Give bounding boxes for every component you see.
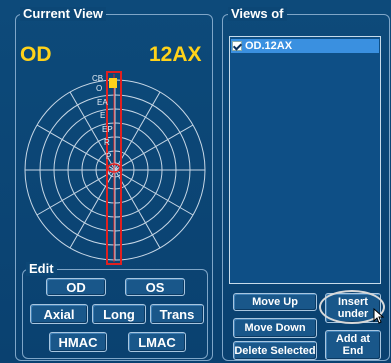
- eye-label: OD: [20, 43, 52, 66]
- current-view-title: Current View: [20, 7, 106, 21]
- add-at-end-line1: Add at: [335, 333, 371, 345]
- label-ea: EA: [97, 98, 108, 107]
- od-button[interactable]: OD: [46, 278, 106, 296]
- label-cb: CB: [92, 74, 103, 83]
- window-root: Current View OD 12AX CB O EA E EP R P Ed…: [0, 0, 391, 363]
- fundus-diagram[interactable]: CB O EA E EP R P: [18, 70, 212, 270]
- long-button[interactable]: Long: [92, 304, 146, 324]
- delete-selected-button[interactable]: Delete Selected: [233, 341, 317, 360]
- trans-button[interactable]: Trans: [150, 304, 204, 324]
- list-item[interactable]: OD.12AX: [231, 39, 379, 53]
- edit-title: Edit: [26, 262, 57, 276]
- hmac-button[interactable]: HMAC: [49, 332, 107, 352]
- add-at-end-button[interactable]: Add at End: [325, 330, 381, 360]
- label-r: R: [104, 138, 110, 147]
- label-o: O: [96, 84, 102, 93]
- checkbox-checked[interactable]: [232, 41, 242, 51]
- views-list[interactable]: OD.12AX: [229, 36, 381, 284]
- scan-label: 12AX: [149, 43, 202, 66]
- polar-grid: [24, 79, 206, 261]
- os-button[interactable]: OS: [125, 278, 185, 296]
- label-p: P: [106, 152, 111, 161]
- list-item-label: OD.12AX: [245, 40, 293, 52]
- add-at-end-line2: End: [342, 345, 364, 357]
- probe-handle: [109, 78, 117, 88]
- mouse-cursor-icon: [373, 308, 385, 324]
- views-of-title: Views of: [228, 7, 287, 21]
- move-up-button[interactable]: Move Up: [233, 293, 317, 311]
- axial-button[interactable]: Axial: [30, 304, 88, 324]
- lmac-button[interactable]: LMAC: [128, 332, 186, 352]
- label-e: E: [100, 111, 105, 120]
- label-ep: EP: [102, 125, 113, 134]
- move-down-button[interactable]: Move Down: [233, 318, 317, 338]
